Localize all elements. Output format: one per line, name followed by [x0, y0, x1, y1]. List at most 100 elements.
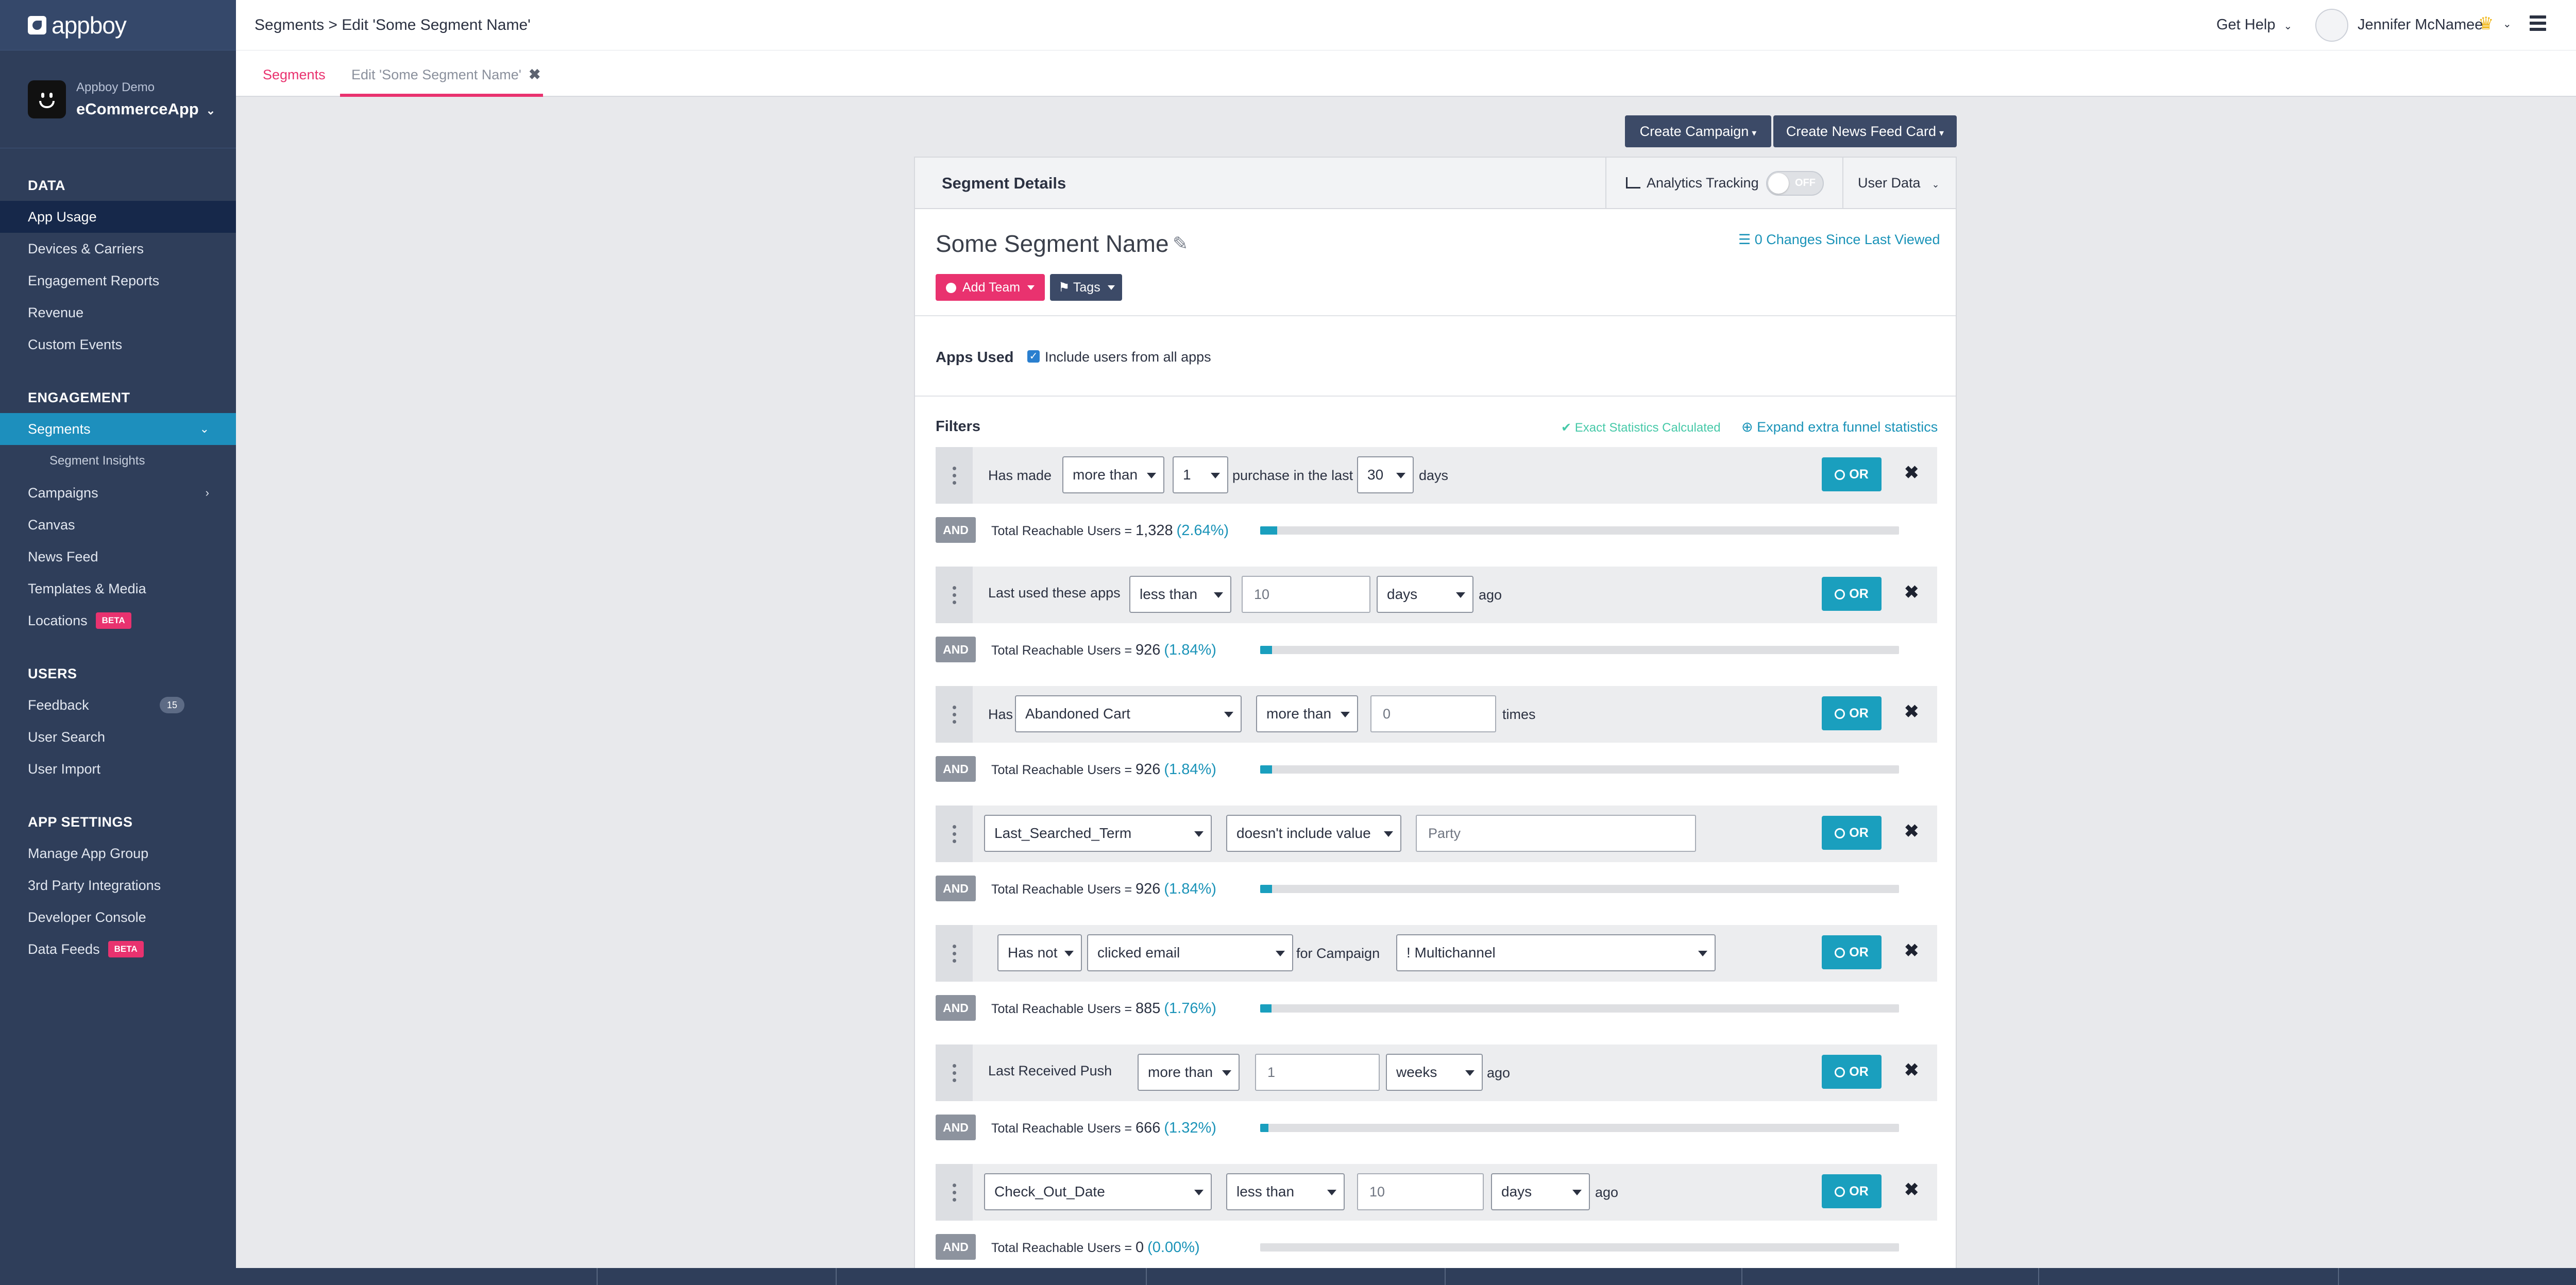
create-news-feed-card-button[interactable]: Create News Feed Card ▾ [1773, 115, 1957, 147]
sidebar-item-segments[interactable]: Segments ⌄ [0, 413, 236, 445]
value-input[interactable]: 0 [1370, 695, 1496, 732]
tab-edit-segment[interactable]: Edit 'Some Segment Name' [351, 67, 521, 83]
logo[interactable]: appboy [0, 0, 236, 50]
sidebar-item-news-feed[interactable]: News Feed [0, 541, 236, 573]
sidebar-item-developer-console[interactable]: Developer Console [0, 901, 236, 933]
app-switcher[interactable]: Appboy Demo eCommerceApp ⌄ [0, 50, 236, 148]
close-tab-icon[interactable]: ✖ [529, 66, 540, 83]
sidebar-item-manage-app-group[interactable]: Manage App Group [0, 837, 236, 869]
beta-badge: BETA [95, 612, 131, 629]
user-avatar[interactable] [2315, 9, 2348, 42]
remove-filter-icon[interactable]: ✖ [1904, 940, 1919, 961]
value-input[interactable]: 10 [1242, 576, 1370, 613]
negation-select[interactable]: Has not [997, 934, 1082, 971]
remove-filter-icon[interactable]: ✖ [1904, 1060, 1919, 1081]
days-select[interactable]: 30 [1357, 456, 1414, 493]
reach-label: Total Reachable Users = 926 (1.84%) [991, 642, 1216, 658]
sidebar-item-campaigns[interactable]: Campaigns › [0, 477, 236, 509]
comparator-select[interactable]: doesn't include value [1226, 815, 1401, 852]
campaign-select[interactable]: ! Multichannel [1396, 934, 1716, 971]
sidebar-item-app-usage[interactable]: App Usage [0, 201, 236, 233]
add-team-button[interactable]: Add Team [936, 274, 1045, 301]
value-input[interactable]: 10 [1357, 1173, 1484, 1210]
unit-select[interactable]: days [1491, 1173, 1590, 1210]
beta-badge: BETA [108, 941, 144, 957]
create-campaign-button[interactable]: Create Campaign ▾ [1625, 115, 1771, 147]
get-help-menu[interactable]: Get Help ⌄ [2216, 16, 2292, 33]
sidebar-item-data-feeds[interactable]: Data Feeds BETA [0, 933, 236, 965]
drag-handle-icon[interactable] [936, 686, 973, 743]
user-name[interactable]: Jennifer McNamee [2358, 16, 2483, 33]
sidebar-item-engagement-reports[interactable]: Engagement Reports [0, 265, 236, 297]
value-input[interactable]: 1 [1255, 1054, 1380, 1091]
sidebar-item-locations[interactable]: Locations BETA [0, 605, 236, 637]
sidebar-item-revenue[interactable]: Revenue [0, 297, 236, 329]
or-button[interactable]: OR [1822, 457, 1882, 491]
drag-handle-icon[interactable] [936, 925, 973, 982]
and-badge: AND [936, 1115, 976, 1140]
reach-progress-bar [1260, 526, 1899, 535]
appboy-logo-icon [28, 15, 46, 35]
comparator-select[interactable]: less than [1226, 1173, 1345, 1210]
expand-funnel-statistics-link[interactable]: ⊕ Expand extra funnel statistics [1741, 419, 1938, 435]
sidebar-item-user-search[interactable]: User Search [0, 721, 236, 753]
reach-progress-bar [1260, 885, 1899, 893]
sidebar-item-segment-insights[interactable]: Segment Insights [0, 445, 236, 477]
reach-progress-fill [1260, 1124, 1269, 1132]
sidebar-item-feedback[interactable]: Feedback 15 [0, 689, 236, 721]
drag-handle-icon[interactable] [936, 447, 973, 504]
nav-heading-users: USERS [28, 666, 77, 681]
reach-progress-fill [1260, 526, 1277, 535]
remove-filter-icon[interactable]: ✖ [1904, 582, 1919, 603]
tab-segments[interactable]: Segments [263, 67, 326, 83]
drag-handle-icon[interactable] [936, 1164, 973, 1221]
or-button[interactable]: OR [1822, 1055, 1882, 1089]
edit-pencil-icon[interactable]: ✎ [1173, 233, 1188, 254]
count-select[interactable]: 1 [1173, 456, 1228, 493]
or-button[interactable]: OR [1822, 816, 1882, 850]
tags-button[interactable]: ⚑ Tags [1050, 274, 1122, 301]
analytics-tracking-toggle[interactable]: OFF [1766, 171, 1824, 196]
comparator-select[interactable]: less than [1129, 576, 1231, 613]
reach-stat-row: AND Total Reachable Users = 666 (1.32%) [936, 1109, 1937, 1145]
caret-down-icon [1027, 285, 1035, 290]
or-button[interactable]: OR [1822, 935, 1882, 969]
chevron-down-icon[interactable]: ⌄ [2503, 18, 2512, 30]
changes-since-last-viewed-link[interactable]: ☰ 0 Changes Since Last Viewed [1738, 232, 1940, 248]
include-all-apps-checkbox[interactable]: ✓ [1027, 350, 1040, 363]
remove-filter-icon[interactable]: ✖ [1904, 1179, 1919, 1200]
hamburger-menu-icon[interactable] [2530, 15, 2546, 34]
or-button[interactable]: OR [1822, 696, 1882, 730]
comparator-select[interactable]: more than [1062, 456, 1164, 493]
event-select[interactable]: Abandoned Cart [1015, 695, 1242, 732]
drag-handle-icon[interactable] [936, 567, 973, 623]
or-button[interactable]: OR [1822, 1174, 1882, 1208]
sidebar-item-3rd-party-integrations[interactable]: 3rd Party Integrations [0, 869, 236, 901]
remove-filter-icon[interactable]: ✖ [1904, 462, 1919, 483]
sidebar-item-canvas[interactable]: Canvas [0, 509, 236, 541]
drag-handle-icon[interactable] [936, 806, 973, 862]
filter-row: Check_Out_Date less than 10 days ago OR … [936, 1164, 1937, 1221]
sidebar-item-devices-carriers[interactable]: Devices & Carriers [0, 233, 236, 265]
user-data-menu[interactable]: User Data ⌄ [1858, 175, 1940, 191]
chevron-right-icon: › [205, 486, 209, 499]
value-input[interactable]: Party [1416, 815, 1696, 852]
action-select[interactable]: clicked email [1087, 934, 1293, 971]
analytics-tracking-label: Analytics Tracking [1626, 175, 1759, 191]
sidebar-item-custom-events[interactable]: Custom Events [0, 329, 236, 361]
comparator-select[interactable]: more than [1256, 695, 1358, 732]
include-all-apps-label[interactable]: Include users from all apps [1045, 349, 1211, 365]
attribute-select[interactable]: Check_Out_Date [984, 1173, 1212, 1210]
remove-filter-icon[interactable]: ✖ [1904, 701, 1919, 722]
sidebar-item-user-import[interactable]: User Import [0, 753, 236, 785]
attribute-select[interactable]: Last_Searched_Term [984, 815, 1212, 852]
or-button[interactable]: OR [1822, 577, 1882, 611]
unit-select[interactable]: days [1377, 576, 1473, 613]
unit-select[interactable]: weeks [1386, 1054, 1483, 1091]
remove-filter-icon[interactable]: ✖ [1904, 821, 1919, 842]
comparator-select[interactable]: more than [1138, 1054, 1240, 1091]
tab-bar: Segments Edit 'Some Segment Name' ✖ [236, 50, 2576, 97]
drag-handle-icon[interactable] [936, 1044, 973, 1101]
chevron-down-icon: ⌄ [199, 422, 209, 435]
sidebar-item-templates-media[interactable]: Templates & Media [0, 573, 236, 605]
